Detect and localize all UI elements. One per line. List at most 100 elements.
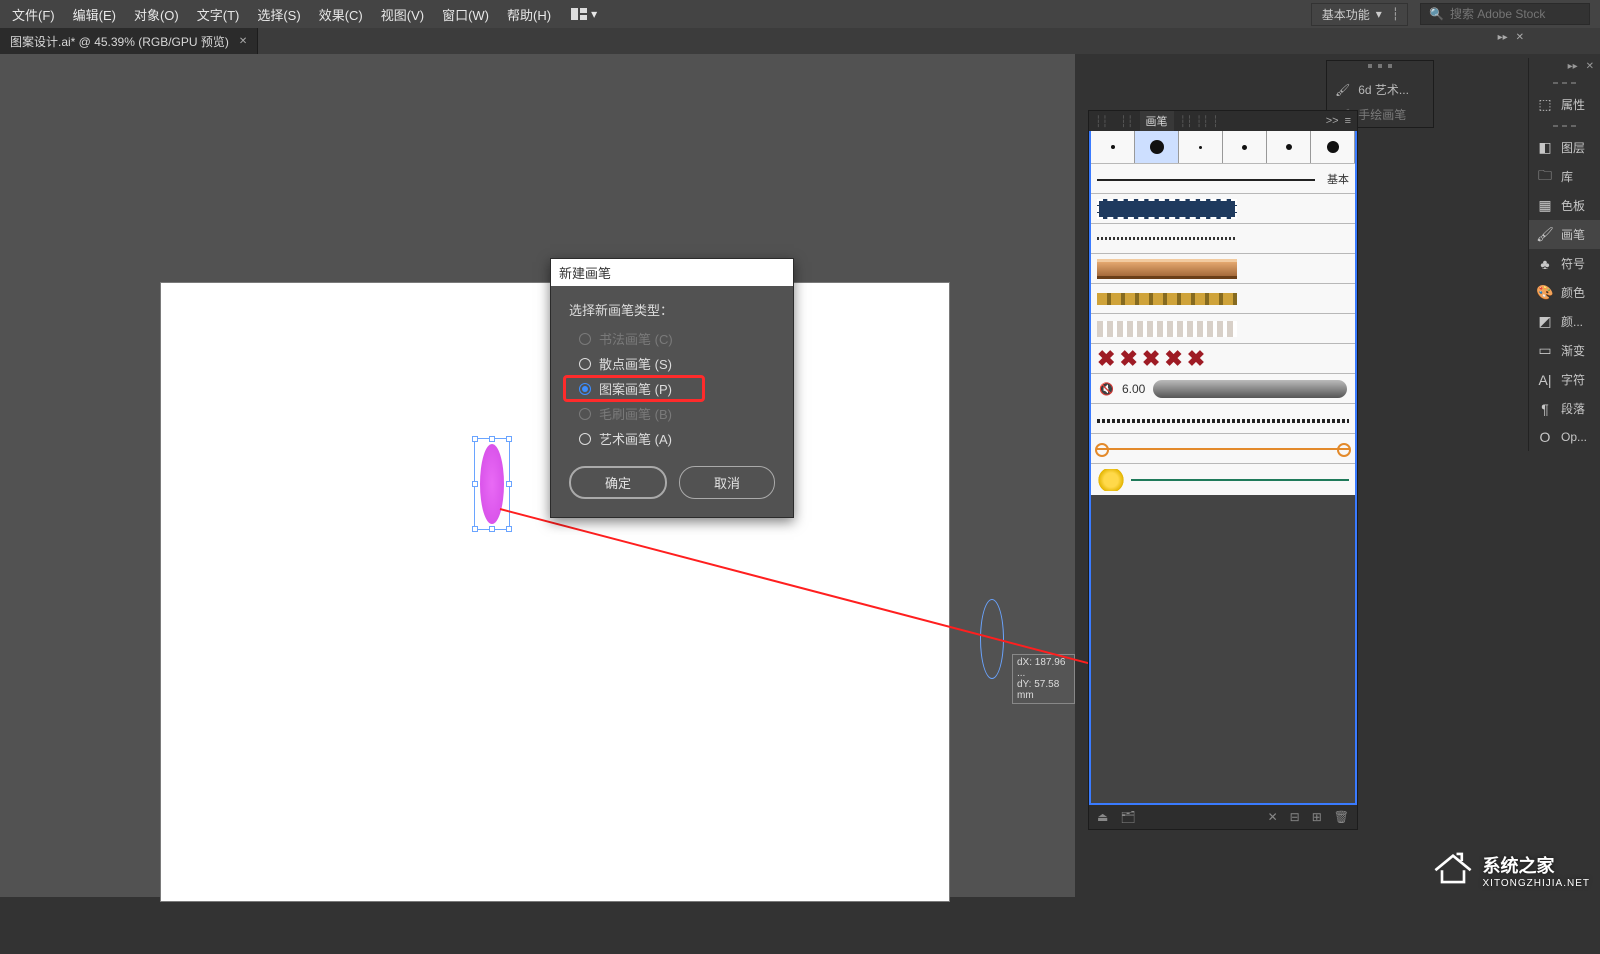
brush-panel-footer: ⏏ 🗂 ✕ ⊟ ⊞ 🗑 (1089, 805, 1357, 829)
rail-layers[interactable]: ◧图层 (1529, 133, 1600, 162)
chevron-down-icon: ▾ (591, 7, 597, 21)
rail-brushes[interactable]: 🖌画笔 (1529, 220, 1600, 249)
radio-icon (579, 333, 591, 345)
brush-swatch[interactable] (1091, 403, 1355, 433)
brush-swatch[interactable] (1135, 131, 1179, 163)
panel-tab[interactable]: ┆┆ ┆┆ ┆ (1174, 113, 1225, 130)
cancel-button[interactable]: 取消 (679, 466, 775, 499)
brush-swatch[interactable] (1091, 313, 1355, 343)
brush-swatch-basic[interactable]: 基本 (1091, 163, 1355, 193)
workspace-switcher[interactable]: 基本功能 ▾ ┆ (1311, 3, 1408, 26)
panel-tab[interactable]: ┆┆ (1089, 113, 1114, 130)
rail-libraries[interactable]: 🗀库 (1529, 162, 1600, 191)
menu-view[interactable]: 视图(V) (373, 1, 432, 28)
rail-properties[interactable]: ⬚属性 (1529, 90, 1600, 119)
right-panel-rail: ▸▸ ✕ ⬚属性 ◧图层 🗀库 ▦色板 🖌画笔 ♣符号 🎨颜色 ◩颜... ▭渐变… (1528, 58, 1600, 451)
brush-type-pattern[interactable]: 图案画笔 (P) (579, 379, 765, 398)
brush-type-art[interactable]: 艺术画笔 (A) (579, 429, 765, 448)
menu-select[interactable]: 选择(S) (249, 1, 308, 28)
brush-swatch[interactable]: 🔇 6.00 (1091, 373, 1355, 403)
properties-icon: ⬚ (1537, 97, 1553, 113)
canvas-area[interactable]: dX: 187.96 ... dY: 57.58 mm (0, 54, 1075, 897)
panel-menu-icon[interactable]: ≡ (1345, 115, 1351, 127)
radio-icon (579, 383, 591, 395)
libraries-icon[interactable]: 🗂 (1120, 810, 1135, 824)
radio-icon (579, 408, 591, 420)
color-icon: 🎨 (1537, 285, 1553, 301)
panel-group-controls: ▸▸ ✕ (1424, 32, 1524, 52)
menu-window[interactable]: 窗口(W) (434, 1, 497, 28)
menu-help[interactable]: 帮助(H) (499, 1, 559, 28)
brush-swatch[interactable] (1311, 131, 1355, 163)
collapse-icon[interactable]: ▸▸ (1568, 61, 1578, 73)
rail-character[interactable]: A|字符 (1529, 365, 1600, 394)
watermark: 系统之家 XITONGZHIJIA.NET (1431, 850, 1591, 891)
libraries-icon: 🗀 (1537, 169, 1553, 185)
dialog-title: 新建画笔 (551, 259, 793, 286)
document-tabbar: 图案设计.ai* @ 45.39% (RGB/GPU 预览) ✕ (0, 28, 1600, 54)
document-tab[interactable]: 图案设计.ai* @ 45.39% (RGB/GPU 预览) ✕ (0, 28, 258, 54)
brush-swatch[interactable] (1223, 131, 1267, 163)
menu-edit[interactable]: 编辑(E) (65, 1, 124, 28)
menu-text[interactable]: 文字(T) (189, 1, 248, 28)
search-input[interactable] (1450, 7, 1600, 21)
brush-icon: 🖌 (1537, 227, 1553, 243)
character-icon: A| (1537, 372, 1553, 388)
house-icon (1431, 850, 1475, 891)
collapse-icon[interactable]: ▸▸ (1498, 32, 1508, 52)
close-icon[interactable]: ✕ (1516, 32, 1524, 52)
brush-swatch[interactable]: ✖✖✖✖✖ (1091, 343, 1355, 373)
app-menubar: 文件(F) 编辑(E) 对象(O) 文字(T) 选择(S) 效果(C) 视图(V… (0, 0, 1600, 28)
brush-libraries-icon[interactable]: ⏏ (1097, 810, 1108, 824)
panel-grip[interactable] (1529, 76, 1600, 90)
rail-symbols[interactable]: ♣符号 (1529, 249, 1600, 278)
dialog-prompt: 选择新画笔类型： (569, 300, 775, 319)
rail-swatches[interactable]: ▦色板 (1529, 191, 1600, 220)
search-icon: 🔍 (1429, 7, 1444, 21)
library-item[interactable]: 🖌 6d 艺术... (1327, 77, 1433, 102)
brush-swatch[interactable] (1091, 283, 1355, 313)
menu-file[interactable]: 文件(F) (4, 1, 63, 28)
brush-type-calligraphy: 书法画笔 (C) (579, 329, 765, 348)
brush-type-scatter[interactable]: 散点画笔 (S) (579, 354, 765, 373)
rail-gradient[interactable]: ▭渐变 (1529, 336, 1600, 365)
rail-colorguide[interactable]: ◩颜... (1529, 307, 1600, 336)
new-brush-icon[interactable]: ⊞ (1312, 810, 1322, 824)
gradient-icon: ▭ (1537, 343, 1553, 359)
arrange-documents-icon[interactable]: ▾ (571, 7, 597, 21)
brush-list[interactable]: 基本 ✖✖✖✖✖ 🔇 6.00 (1089, 131, 1357, 805)
brush-swatch[interactable] (1091, 131, 1135, 163)
rail-opentype[interactable]: OOp... (1529, 423, 1600, 451)
brush-swatch[interactable] (1091, 463, 1355, 495)
adobe-stock-search[interactable]: 🔍 (1420, 3, 1590, 25)
swatches-icon: ▦ (1537, 198, 1553, 214)
rail-color[interactable]: 🎨颜色 (1529, 278, 1600, 307)
brush-swatch[interactable] (1091, 193, 1355, 223)
paragraph-icon: ¶ (1537, 401, 1553, 417)
panel-tab-brushes[interactable]: 画笔 (1140, 111, 1174, 131)
close-tab-icon[interactable]: ✕ (239, 36, 247, 47)
rail-paragraph[interactable]: ¶段落 (1529, 394, 1600, 423)
menu-effect[interactable]: 效果(C) (311, 1, 371, 28)
new-brush-dialog: 新建画笔 选择新画笔类型： 书法画笔 (C) 散点画笔 (S) 图案画笔 (P)… (550, 258, 794, 518)
document-tab-label: 图案设计.ai* @ 45.39% (RGB/GPU 预览) (10, 33, 229, 50)
brush-swatch[interactable] (1179, 131, 1223, 163)
ok-button[interactable]: 确定 (569, 466, 667, 499)
brush-swatch[interactable] (1267, 131, 1311, 163)
radio-icon (579, 433, 591, 445)
brush-panel-tabbar: ┆┆ ┆┆ 画笔 ┆┆ ┆┆ ┆ >> ≡ (1089, 111, 1357, 131)
more-icon[interactable]: >> (1326, 115, 1339, 127)
panel-grip[interactable] (1529, 119, 1600, 133)
brush-options-icon[interactable]: ⊟ (1290, 810, 1300, 824)
workspace-label: 基本功能 (1322, 6, 1370, 23)
radio-icon (579, 358, 591, 370)
remove-stroke-icon[interactable]: ✕ (1268, 810, 1278, 824)
panel-tab[interactable]: ┆┆ (1114, 113, 1139, 130)
brush-swatch[interactable] (1091, 253, 1355, 283)
menu-object[interactable]: 对象(O) (126, 1, 187, 28)
layers-icon: ◧ (1537, 140, 1553, 156)
brush-swatch[interactable] (1091, 433, 1355, 463)
delete-brush-icon[interactable]: 🗑 (1334, 810, 1349, 824)
brush-swatch[interactable] (1091, 223, 1355, 253)
close-icon[interactable]: ✕ (1586, 61, 1594, 73)
